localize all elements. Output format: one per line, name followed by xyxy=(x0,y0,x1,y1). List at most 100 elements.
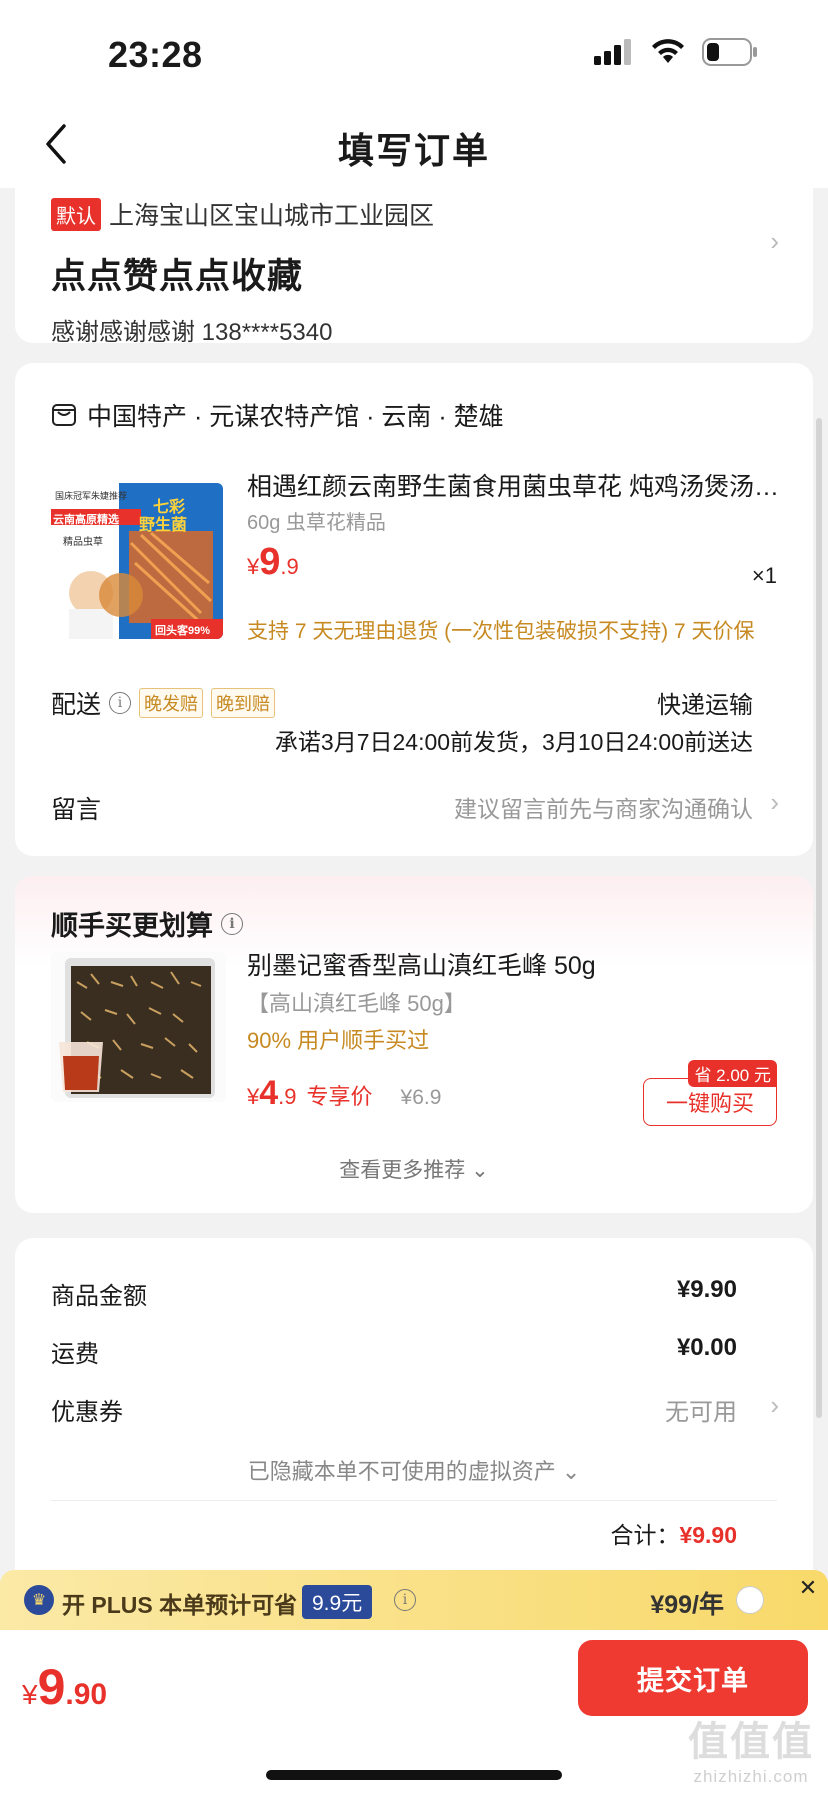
default-address-badge: 默认 xyxy=(51,198,101,231)
recommend-spec: 【高山滇红毛峰 50g】 xyxy=(247,991,466,1016)
goods-amount-value: ¥9.90 xyxy=(676,1276,737,1303)
watermark-corner-logo: 值值值 xyxy=(688,1720,814,1764)
divider xyxy=(51,1500,777,1501)
recommend-price-label: 专享价 xyxy=(306,1084,373,1109)
late-arrive-tag: 晚到赔 xyxy=(211,688,275,718)
recommend-price-yen: ¥ xyxy=(247,1084,260,1109)
plus-price: ¥99/年 xyxy=(650,1591,724,1619)
recommend-title: 顺手买更划算 i xyxy=(51,904,243,943)
product-image-banner: 云南高原精选 xyxy=(53,514,119,526)
bottom-price-int: 9 xyxy=(37,1659,66,1715)
wifi-icon xyxy=(652,39,684,63)
shop-name: 中国特产 · 元谋农特产馆 · 云南 · 楚雄 xyxy=(87,403,504,431)
recommend-thumbnail-graphic xyxy=(51,952,226,1102)
bottom-price-yen: ¥ xyxy=(22,1679,38,1710)
goods-amount-label: 商品金额 xyxy=(51,1283,147,1310)
product-image-badge: 回头客99% xyxy=(155,625,211,637)
watermark-corner-url: zhizhizhi.com xyxy=(693,1767,809,1786)
chevron-right-icon: › xyxy=(770,1390,779,1420)
recommend-original-price: ¥6.9 xyxy=(400,1086,442,1109)
product-price-dec: .9 xyxy=(280,554,299,579)
recommend-price-dec: .9 xyxy=(278,1084,297,1109)
shipping-value: ¥0.00 xyxy=(676,1334,737,1361)
submit-order-button[interactable]: 提交订单 xyxy=(578,1640,808,1716)
bottom-price-dec: .90 xyxy=(65,1678,108,1711)
product-quantity: ×1 xyxy=(751,563,777,588)
shipping-label: 运费 xyxy=(51,1341,99,1368)
price-summary-card: 商品金额 ¥9.90 运费 ¥0.00 优惠券 无可用 › 已隐藏本单不可使用的… xyxy=(15,1238,813,1570)
product-image-bag-subtitle: 野生菌 xyxy=(139,517,188,534)
coupon-label: 优惠券 xyxy=(51,1399,123,1426)
message-label: 留言 xyxy=(51,796,102,824)
plus-promo-text: 开 PLUS 本单预计可省 xyxy=(62,1592,298,1618)
product-price: ¥9.9 xyxy=(247,541,299,584)
order-scroll-area[interactable]: 默认 上海宝山区宝山城市工业园区 点点赞点点收藏 感谢感谢感谢 138****5… xyxy=(0,188,828,1570)
chevron-right-icon: › xyxy=(770,226,779,256)
coupon-row[interactable]: 优惠券 无可用 xyxy=(51,1392,737,1427)
status-icons xyxy=(594,38,758,66)
late-ship-tag: 晚发赔 xyxy=(139,688,203,718)
recommend-price: ¥4.9 专享价 ¥6.9 xyxy=(247,1074,441,1113)
scrollbar[interactable] xyxy=(816,418,822,1418)
shop-icon xyxy=(52,404,76,426)
battery-icon xyxy=(702,38,757,66)
recommend-social-proof: 90% 用户顺手买过 xyxy=(247,1028,430,1053)
product-policy: 支持 7 天无理由退货 (一次性包装破损不支持) 7 天价保 xyxy=(247,620,755,643)
recommend-name[interactable]: 别墨记蜜香型高山滇红毛峰 50g xyxy=(247,946,596,982)
product-spec: 60g 虫草花精品 xyxy=(247,512,386,534)
product-price-int: 9 xyxy=(259,541,281,583)
shipping-row: 运费 ¥0.00 xyxy=(51,1334,737,1369)
more-recommend-label: 查看更多推荐 xyxy=(339,1159,466,1182)
shop-header[interactable]: 中国特产 · 元谋农特产馆 · 云南 · 楚雄 xyxy=(51,397,504,433)
chevron-down-icon: ⌄ xyxy=(471,1159,489,1182)
hidden-assets-label: 已隐藏本单不可使用的虚拟资产 xyxy=(247,1459,556,1484)
signal-icon xyxy=(594,39,631,65)
info-icon[interactable]: i xyxy=(394,1589,416,1611)
message-input[interactable]: 建议留言前先与商家沟通确认 xyxy=(454,790,753,824)
coupon-value: 无可用 xyxy=(665,1399,737,1426)
close-icon[interactable]: ✕ xyxy=(788,1570,828,1606)
total-value: ¥9.90 xyxy=(679,1522,737,1548)
bottom-checkout-bar: ¥9.90 提交订单 值值值 zhizhizhi.com xyxy=(0,1630,828,1795)
total-row: 合计：¥9.90 xyxy=(610,1516,737,1550)
recommend-title-text: 顺手买更划算 xyxy=(51,911,213,941)
info-icon[interactable]: i xyxy=(109,692,131,714)
page-title: 填写订单 xyxy=(337,130,490,171)
delivery-promise: 承诺3月7日24:00前发货，3月10日24:00前送达 xyxy=(274,729,753,755)
status-bar: 23:28 xyxy=(0,0,828,100)
recommend-card: 顺手买更划算 i 别墨记蜜香型高山滇红毛峰 50g 【高山滇红毛峰 50g】 9… xyxy=(15,876,813,1213)
delivery-label: 配送 xyxy=(51,691,102,719)
chevron-down-icon: ⌄ xyxy=(561,1459,581,1484)
recommend-image[interactable] xyxy=(51,952,226,1102)
plus-promo-bar[interactable]: ♛ 开 PLUS 本单预计可省 9.9元 i ¥99/年 ✕ xyxy=(0,1570,828,1630)
total-label: 合计： xyxy=(610,1522,680,1548)
order-item-card: 中国特产 · 元谋农特产馆 · 云南 · 楚雄 国床冠军朱婕推荐 云南高原精选 … xyxy=(15,363,813,856)
delivery-tags: i 晚发赔 晚到赔 xyxy=(109,688,275,718)
plus-save-amount: 9.9元 xyxy=(302,1585,373,1619)
address-card[interactable]: 默认 上海宝山区宝山城市工业园区 点点赞点点收藏 感谢感谢感谢 138****5… xyxy=(15,188,813,346)
product-title[interactable]: 相遇红颜云南野生菌食用菌虫草花 炖鸡汤煲汤材料 xyxy=(247,467,787,503)
status-time: 23:28 xyxy=(108,34,203,75)
hidden-assets-toggle[interactable]: 已隐藏本单不可使用的虚拟资产 ⌄ xyxy=(15,1454,813,1486)
chevron-right-icon: › xyxy=(770,787,779,817)
info-icon[interactable]: i xyxy=(221,912,243,935)
product-image[interactable]: 国床冠军朱婕推荐 云南高原精选 精品虫草 七彩 野生菌 回头客99% xyxy=(51,483,223,639)
home-indicator[interactable] xyxy=(266,1770,562,1780)
product-thumbnail-graphic xyxy=(51,483,223,639)
save-badge: 省 2.00 元 xyxy=(688,1060,777,1087)
recommend-price-value: ¥4.9 xyxy=(247,1074,297,1113)
recommend-price-int: 4 xyxy=(259,1074,279,1112)
address-location: 上海宝山区宝山城市工业园区 xyxy=(109,202,435,230)
nav-bar: 填写订单 xyxy=(0,100,828,188)
receiver-name: 点点赞点点收藏 xyxy=(51,257,304,296)
plus-select-radio[interactable] xyxy=(736,1586,764,1614)
bottom-total-price: ¥9.90 xyxy=(22,1658,107,1716)
product-image-caption: 国床冠军朱婕推荐 xyxy=(55,491,128,501)
product-image-sub: 精品虫草 xyxy=(63,537,103,548)
receiver-contact: 感谢感谢感谢 138****5340 xyxy=(51,319,333,346)
product-price-yen: ¥ xyxy=(247,554,260,579)
delivery-method[interactable]: 快递运输 xyxy=(657,685,753,720)
more-recommend-link[interactable]: 查看更多推荐 ⌄ xyxy=(15,1154,813,1184)
goods-amount-row: 商品金额 ¥9.90 xyxy=(51,1276,737,1311)
crown-icon: ♛ xyxy=(24,1585,54,1615)
